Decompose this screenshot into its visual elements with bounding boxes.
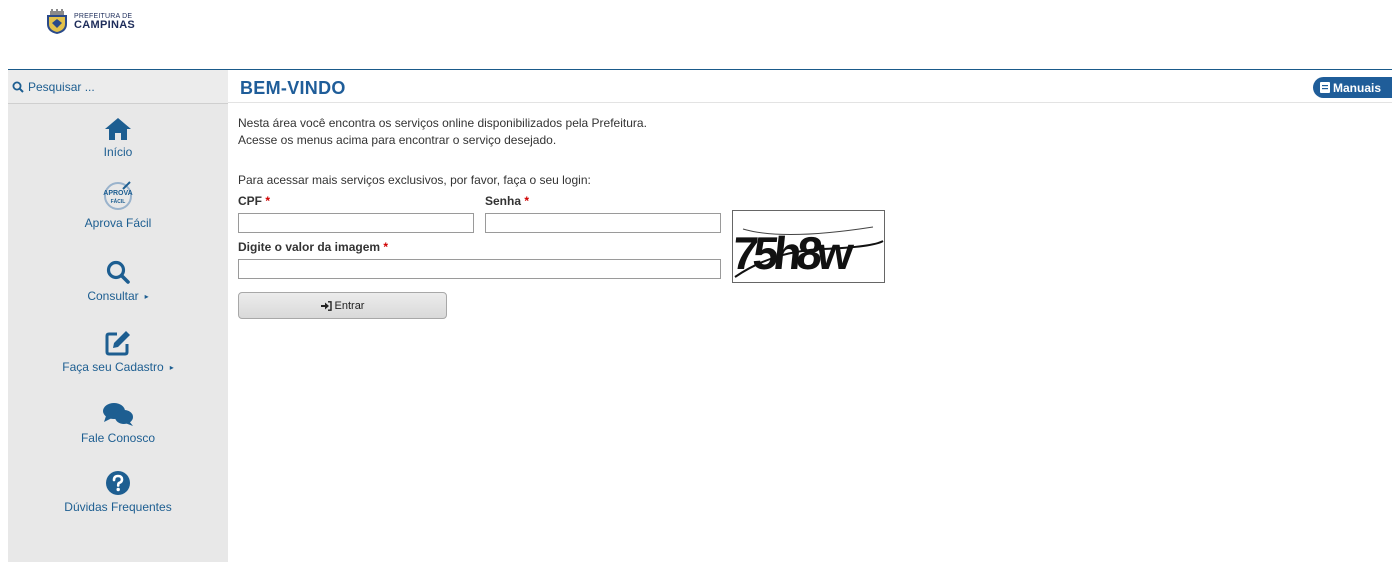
question-icon: [106, 471, 130, 495]
aprova-facil-icon-text-bottom: FÁCIL: [111, 198, 126, 205]
manuals-label: Manuais: [1333, 80, 1382, 95]
sidebar-item-label: Início: [103, 145, 133, 159]
captcha-field[interactable]: [238, 259, 721, 279]
sidebar-item-duvidas[interactable]: Dúvidas Frequentes: [8, 470, 228, 514]
captcha-graphic: 75h8w: [730, 211, 884, 282]
book-icon: [1320, 82, 1330, 93]
sidebar-item-label: Faça seu Cadastro: [62, 360, 164, 374]
search-icon: [12, 81, 24, 93]
sidebar-item-label: Aprova Fácil: [84, 216, 152, 230]
sidebar-item-label-wrap: Consultar ▸: [8, 289, 228, 303]
sidebar-item-inicio[interactable]: Início: [8, 117, 228, 159]
intro-line-1: Nesta área você encontra os serviços onl…: [238, 116, 647, 130]
caret-right-icon: ▸: [169, 363, 174, 372]
intro-line-2: Acesse os menus acima para encontrar o s…: [238, 133, 557, 147]
captcha-label-text: Digite o valor da imagem: [238, 240, 381, 254]
manuals-button[interactable]: Manuais: [1313, 77, 1392, 98]
sign-in-icon: [320, 300, 332, 311]
sidebar-search: [8, 70, 228, 104]
search-icon: [106, 260, 130, 284]
sidebar-item-label: Consultar: [87, 289, 139, 303]
sidebar-item-cadastro[interactable]: Faça seu Cadastro ▸: [8, 330, 228, 374]
login-button-label: Entrar: [334, 299, 365, 312]
password-label: Senha *: [485, 194, 529, 208]
prefeitura-logo[interactable]: PREFEITURA DE CAMPINAS: [44, 8, 135, 36]
login-button[interactable]: Entrar: [238, 292, 447, 319]
caret-right-icon: ▸: [144, 292, 149, 301]
home-icon: [105, 118, 131, 140]
search-input[interactable]: [28, 79, 218, 94]
sidebar-item-label-wrap: Faça seu Cadastro ▸: [8, 360, 228, 374]
chat-icon: [103, 403, 133, 426]
sidebar-item-aprova-facil[interactable]: APROVA FÁCIL Aprova Fácil: [8, 180, 228, 230]
required-mark: *: [383, 240, 389, 254]
city-emblem-icon: [47, 9, 67, 34]
title-divider: [228, 102, 1392, 103]
edit-icon: [105, 331, 130, 356]
cpf-field[interactable]: [238, 213, 474, 233]
password-field[interactable]: [485, 213, 721, 233]
sidebar-item-fale-conosco[interactable]: Fale Conosco: [8, 401, 228, 445]
required-mark: *: [524, 194, 530, 208]
page-title: BEM-VINDO: [240, 78, 346, 98]
required-mark: *: [265, 194, 271, 208]
cpf-label-text: CPF: [238, 194, 262, 208]
sidebar-item-label: Fale Conosco: [80, 431, 156, 445]
cpf-label: CPF *: [238, 194, 270, 208]
captcha-image: 75h8w: [730, 210, 885, 283]
intro-text: Nesta área você encontra os serviços onl…: [238, 115, 647, 149]
aprova-facil-icon: APROVA FÁCIL: [103, 181, 133, 210]
logo-line2: CAMPINAS: [74, 19, 136, 31]
login-intro-text: Para acessar mais serviços exclusivos, p…: [238, 173, 591, 187]
captcha-label: Digite o valor da imagem *: [238, 240, 388, 254]
sidebar: Início APROVA FÁCIL Aprova Fácil Consult…: [8, 70, 228, 562]
sidebar-item-consultar[interactable]: Consultar ▸: [8, 259, 228, 303]
sidebar-item-label: Dúvidas Frequentes: [64, 500, 172, 514]
aprova-facil-icon-text-top: APROVA: [103, 190, 132, 197]
password-label-text: Senha: [485, 194, 522, 208]
